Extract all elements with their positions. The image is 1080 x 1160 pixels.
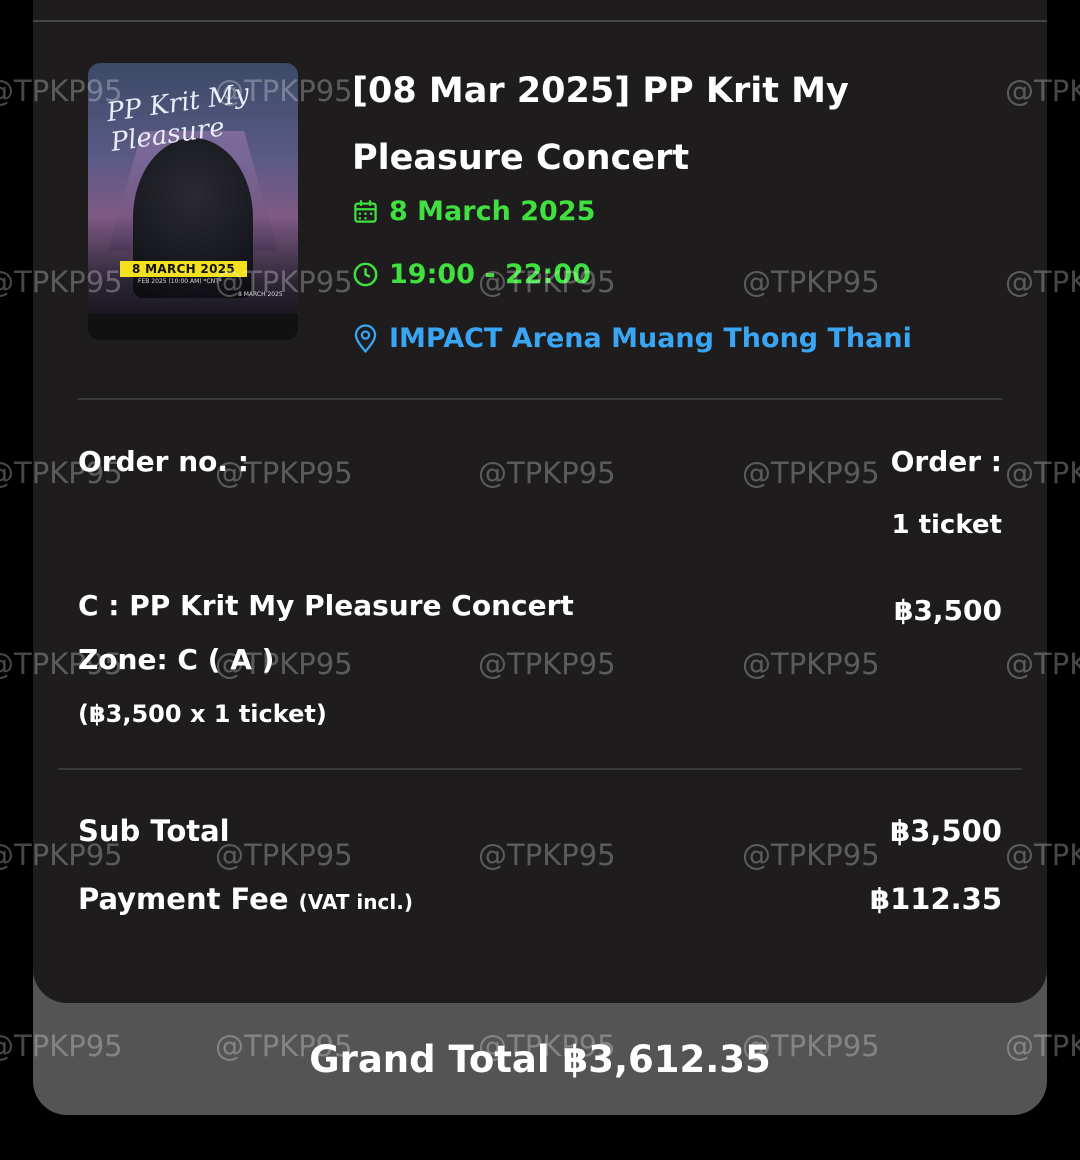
event-venue[interactable]: IMPACT Arena Muang Thong Thani bbox=[389, 323, 912, 354]
order-ticket-count: 1 ticket bbox=[891, 510, 1002, 540]
event-time: 19:00 - 22:00 bbox=[389, 259, 591, 290]
divider-order bbox=[58, 768, 1022, 770]
event-title: [08 Mar 2025] PP Krit My Pleasure Concer… bbox=[352, 71, 849, 178]
payment-fee-note: (VAT incl.) bbox=[298, 890, 413, 914]
poster-sponsor-strip bbox=[88, 314, 298, 340]
poster-small-text-2: 8 MARCH 2025 bbox=[238, 291, 283, 298]
order-item-breakdown: (฿3,500 x 1 ticket) bbox=[78, 700, 327, 728]
event-poster: PP Krit My Pleasure 8 MARCH 2025 FEB 202… bbox=[88, 63, 298, 340]
top-divider bbox=[33, 20, 1047, 22]
poster-small-text: FEB 2025 (10:00 AM) *CNT* bbox=[138, 278, 222, 285]
subtotal-value: ฿3,500 bbox=[890, 814, 1002, 848]
event-date: 8 March 2025 bbox=[389, 196, 596, 227]
payment-fee-row: Payment Fee (VAT incl.) bbox=[78, 882, 413, 916]
order-item-price: ฿3,500 bbox=[893, 594, 1002, 627]
order-zone: Zone: C ( A ) bbox=[78, 643, 275, 676]
calendar-icon bbox=[354, 200, 377, 223]
event-date-row: 8 March 2025 bbox=[352, 196, 595, 227]
event-venue-row[interactable]: IMPACT Arena Muang Thong Thani bbox=[352, 323, 912, 354]
order-label: Order : bbox=[890, 445, 1002, 478]
payment-fee-value: ฿112.35 bbox=[869, 882, 1002, 916]
subtotal-label: Sub Total bbox=[78, 814, 230, 848]
order-no-label: Order no. : bbox=[78, 445, 249, 478]
location-pin-icon bbox=[354, 323, 377, 353]
event-time-row: 19:00 - 22:00 bbox=[352, 259, 591, 290]
poster-date-band: 8 MARCH 2025 bbox=[120, 261, 248, 277]
order-item-name: C : PP Krit My Pleasure Concert bbox=[78, 589, 574, 622]
payment-fee-label: Payment Fee bbox=[78, 882, 289, 916]
grand-total: Grand Total ฿3,612.35 bbox=[309, 1037, 771, 1081]
clock-icon bbox=[353, 262, 378, 287]
divider-event bbox=[78, 398, 1002, 400]
poster-script-logo: PP Krit My Pleasure bbox=[104, 78, 251, 158]
